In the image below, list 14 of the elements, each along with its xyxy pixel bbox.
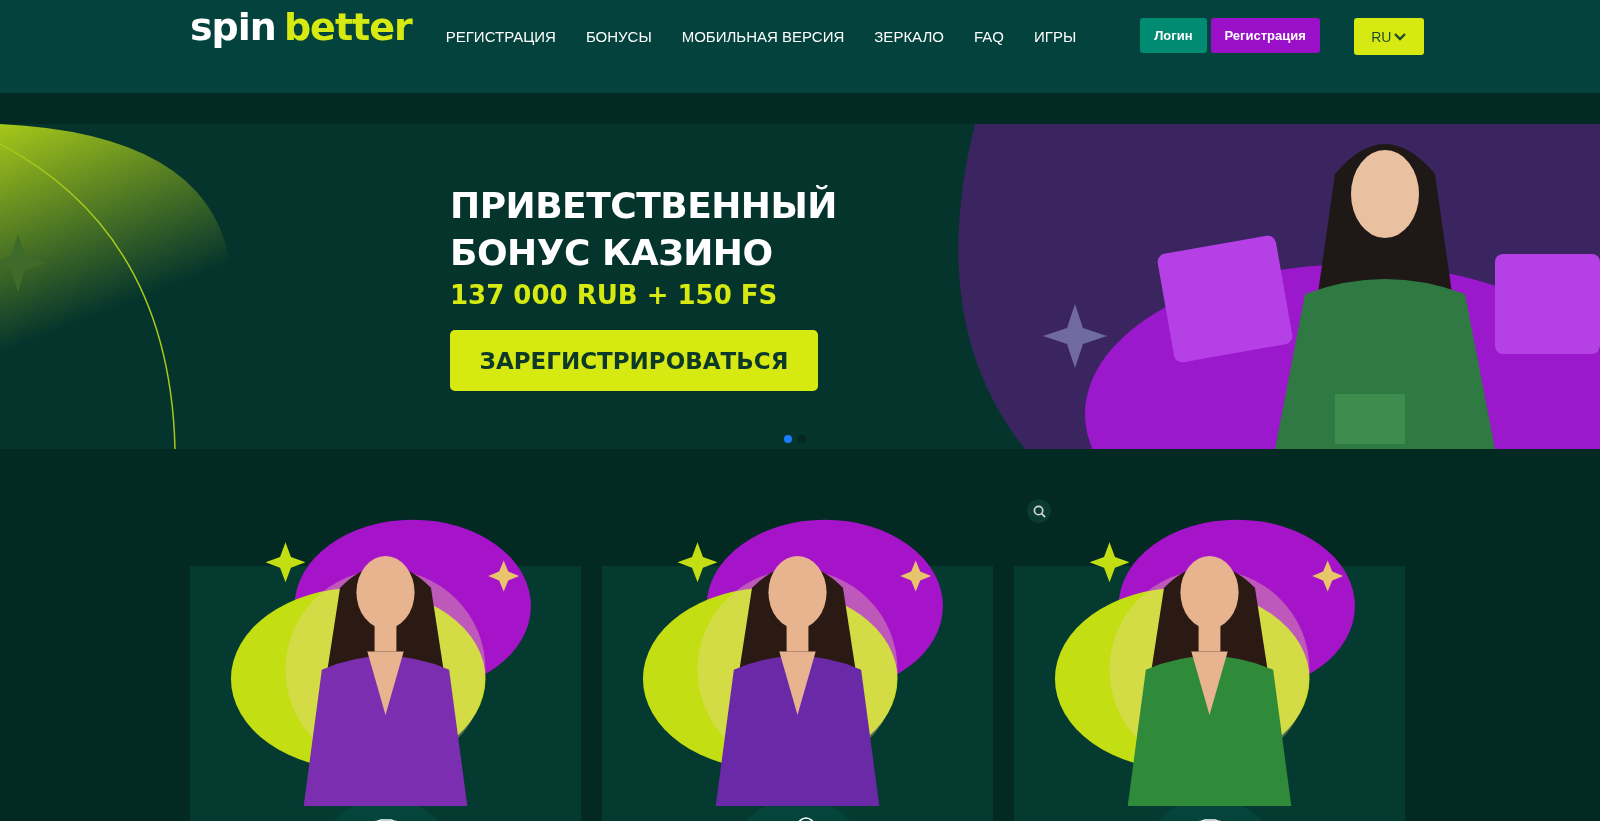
banner-title: ПРИВЕТСТВЕННЫЙ — [450, 184, 838, 228]
nav-link[interactable]: ИГРЫ — [1034, 28, 1077, 45]
nav-link[interactable]: МОБИЛЬНАЯ ВЕРСИЯ — [681, 28, 845, 45]
bonus-amount: 137 000 RUB + 150 FS — [450, 280, 779, 310]
login-button[interactable]: Логин — [1140, 18, 1207, 53]
logo[interactable]: spin better — [190, 8, 412, 46]
register-cta-button[interactable]: ЗАРЕГИСТРИРОВАТЬСЯ — [450, 330, 818, 391]
nav-link[interactable]: РЕГИСТРАЦИЯ — [445, 28, 556, 45]
banner-title: БОНУС КАЗИНО — [450, 231, 774, 275]
nav-link[interactable]: ЗЕРКАЛО — [874, 28, 944, 45]
language-button[interactable]: RU — [1353, 18, 1424, 55]
register-button[interactable]: Регистрация — [1210, 18, 1320, 53]
nav-link[interactable]: FAQ — [973, 28, 1004, 45]
nav-link[interactable]: БОНУСЫ — [585, 28, 652, 45]
